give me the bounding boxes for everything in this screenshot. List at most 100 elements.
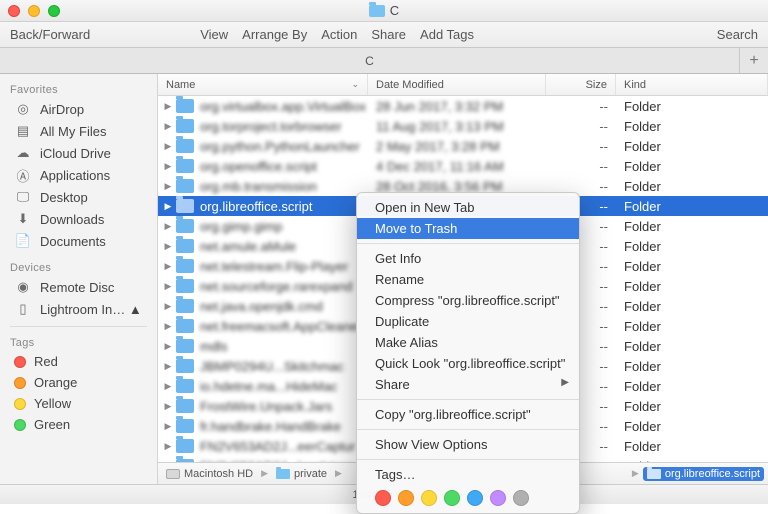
minimize-window-button[interactable] [28, 5, 40, 17]
disclosure-triangle-icon[interactable]: ▶ [160, 221, 176, 232]
disclosure-triangle-icon[interactable]: ▶ [160, 341, 176, 352]
sidebar-tag-item[interactable]: Orange [0, 372, 157, 393]
share-button[interactable]: Share [371, 27, 406, 42]
file-name: FN2V653AD2J...eerCaptur [200, 439, 355, 454]
file-kind: Folder [616, 179, 768, 194]
file-date: 11 Aug 2017, 3:13 PM [368, 119, 546, 134]
file-kind: Folder [616, 439, 768, 454]
sidebar-item-label: Documents [40, 234, 106, 249]
disclosure-triangle-icon[interactable]: ▶ [160, 401, 176, 412]
file-row[interactable]: ▶ org.torproject.torbrowser 11 Aug 2017, 3… [158, 116, 768, 136]
file-size: -- [546, 159, 616, 174]
column-date[interactable]: Date Modified [368, 74, 546, 95]
disclosure-triangle-icon[interactable]: ▶ [160, 101, 176, 112]
close-window-button[interactable] [8, 5, 20, 17]
disclosure-triangle-icon[interactable]: ▶ [160, 181, 176, 192]
context-menu-item[interactable]: Make Alias [357, 332, 579, 353]
file-row[interactable]: ▶org.openoffice.script4 Dec 2017, 11:16 … [158, 156, 768, 176]
icloud-icon: ☁ [14, 145, 32, 161]
sidebar: Favorites ◎AirDrop▤All My Files☁iCloud D… [0, 74, 158, 484]
file-kind: Folder [616, 259, 768, 274]
context-menu-item[interactable]: Open in New Tab [357, 197, 579, 218]
tab[interactable]: C [0, 48, 740, 73]
file-row[interactable]: ▶org.virtualbox.app.VirtualBox28 Jun 201… [158, 96, 768, 116]
disclosure-triangle-icon[interactable]: ▶ [160, 121, 176, 132]
file-name: org.openoffice.script [200, 159, 317, 174]
hdd-icon: ▯ [14, 301, 32, 317]
disclosure-triangle-icon[interactable]: ▶ [160, 261, 176, 272]
new-tab-button[interactable]: + [740, 48, 768, 73]
context-menu-item[interactable]: Tags… [357, 464, 579, 485]
disclosure-triangle-icon[interactable]: ▶ [160, 141, 176, 152]
disclosure-triangle-icon[interactable]: ▶ [160, 361, 176, 372]
file-row[interactable]: ▶org.python.PythonLauncher2 May 2017, 3:… [158, 136, 768, 156]
search-button[interactable]: Search [717, 27, 758, 42]
file-kind: Folder [616, 339, 768, 354]
disclosure-triangle-icon[interactable]: ▶ [160, 321, 176, 332]
context-menu-item[interactable]: Show View Options [357, 434, 579, 455]
sidebar-tag-item[interactable]: Green [0, 414, 157, 435]
disclosure-triangle-icon[interactable]: ▶ [160, 381, 176, 392]
column-name[interactable]: Name⌄ [158, 74, 368, 95]
sidebar-item[interactable]: 🖵Desktop [0, 186, 157, 208]
context-menu-item[interactable]: Quick Look "org.libreoffice.script" [357, 353, 579, 374]
file-name: FN2V653AD2J...localstore [200, 459, 353, 463]
folder-icon [176, 339, 194, 353]
context-menu-item[interactable]: Copy "org.libreoffice.script" [357, 404, 579, 425]
column-kind[interactable]: Kind [616, 74, 768, 95]
disclosure-triangle-icon[interactable]: ▶ [160, 241, 176, 252]
view-button[interactable]: View [200, 27, 228, 42]
context-menu-item[interactable]: Compress "org.libreoffice.script" [357, 290, 579, 311]
path-segment[interactable]: Macintosh HD [162, 467, 257, 481]
sidebar-item[interactable]: ◎AirDrop [0, 98, 157, 120]
sidebar-tag-item[interactable]: Yellow [0, 393, 157, 414]
folder-icon [176, 399, 194, 413]
disclosure-triangle-icon[interactable]: ▶ [160, 201, 176, 212]
disclosure-triangle-icon[interactable]: ▶ [160, 301, 176, 312]
sidebar-item-label: Green [34, 417, 70, 432]
arrange-by-button[interactable]: Arrange By [242, 27, 307, 42]
disclosure-triangle-icon[interactable]: ▶ [160, 461, 176, 463]
zoom-window-button[interactable] [48, 5, 60, 17]
file-date: 2 May 2017, 3:28 PM [368, 139, 546, 154]
file-kind: Folder [616, 219, 768, 234]
context-menu-item[interactable]: Duplicate [357, 311, 579, 332]
file-name: org.mb.transmission [200, 179, 317, 194]
chevron-right-icon: ▶ [261, 468, 268, 479]
apps-icon: Ⓐ [14, 167, 32, 183]
folder-icon [176, 299, 194, 313]
file-name: mdls [200, 339, 227, 354]
file-size: -- [546, 99, 616, 114]
action-button[interactable]: Action [321, 27, 357, 42]
sidebar-item[interactable]: ☁iCloud Drive [0, 142, 157, 164]
column-size[interactable]: Size [546, 74, 616, 95]
file-date: 28 Jun 2017, 3:32 PM [368, 99, 546, 114]
sidebar-item[interactable]: ⒶApplications [0, 164, 157, 186]
path-segment-selected[interactable]: org.libreoffice.script [643, 467, 764, 481]
sidebar-item[interactable]: ◉Remote Disc [0, 276, 157, 298]
disclosure-triangle-icon[interactable]: ▶ [160, 281, 176, 292]
folder-icon [176, 419, 194, 433]
back-forward-button[interactable]: Back/Forward [10, 27, 90, 42]
file-name: JBMP0294U...Skitchmac [200, 359, 344, 374]
folder-icon [176, 359, 194, 373]
disclosure-triangle-icon[interactable]: ▶ [160, 161, 176, 172]
add-tags-button[interactable]: Add Tags [420, 27, 474, 42]
context-menu-item[interactable]: Move to Trash [357, 218, 579, 239]
file-name: org.torproject.torbrowser [200, 119, 342, 134]
context-menu-item[interactable]: Share▶ [357, 374, 579, 395]
sidebar-item[interactable]: 📄Documents [0, 230, 157, 252]
context-menu-item[interactable]: Rename [357, 269, 579, 290]
sidebar-item[interactable]: ▤All My Files [0, 120, 157, 142]
folder-icon [176, 319, 194, 333]
disclosure-triangle-icon[interactable]: ▶ [160, 441, 176, 452]
disclosure-triangle-icon[interactable]: ▶ [160, 421, 176, 432]
file-kind: Folder [616, 279, 768, 294]
file-name: net.amule.aMule [200, 239, 296, 254]
sidebar-item[interactable]: ⬇Downloads [0, 208, 157, 230]
sidebar-item-label: AirDrop [40, 102, 84, 117]
sidebar-tag-item[interactable]: Red [0, 351, 157, 372]
path-segment[interactable]: private [272, 467, 331, 481]
sidebar-item[interactable]: ▯Lightroom In… ▲ [0, 298, 157, 320]
context-menu-item[interactable]: Get Info [357, 248, 579, 269]
